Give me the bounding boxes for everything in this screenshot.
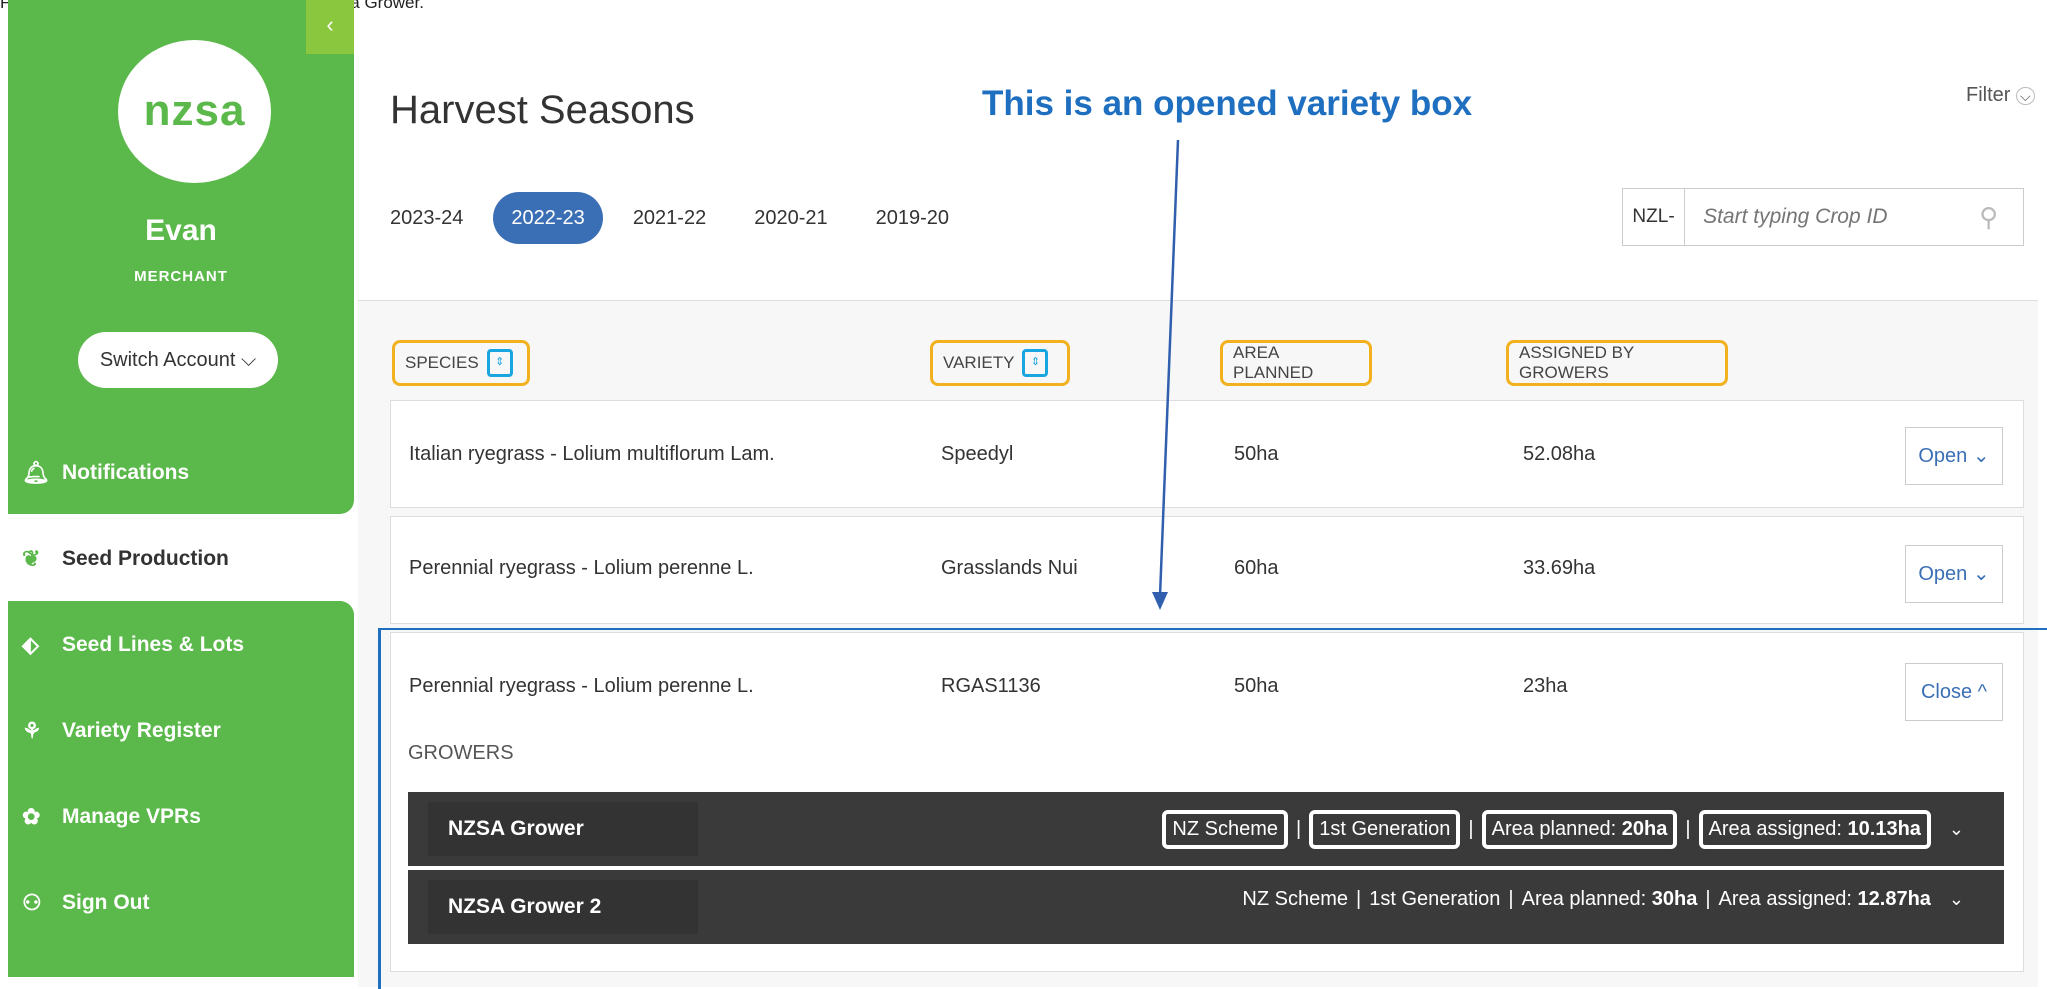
- user-icon: ⚇: [22, 890, 42, 915]
- crop-id-search: NZL- ⚲: [1622, 188, 2024, 246]
- collapse-sidebar-button[interactable]: ‹: [306, 0, 354, 54]
- search-prefix: NZL-: [1623, 189, 1686, 245]
- sidebar-item-sign-out[interactable]: ⚇ Sign Out: [22, 883, 352, 923]
- switch-account-button[interactable]: Switch Account ⌵: [78, 332, 278, 388]
- season-tabs: 2023-24 2022-23 2021-22 2020-21 2019-20: [390, 192, 979, 244]
- annotation-label: This is an opened variety box: [982, 84, 1473, 123]
- user-role: MERCHANT: [134, 268, 228, 285]
- chevron-left-icon: ‹: [326, 12, 334, 37]
- tag-icon: ⬖: [22, 632, 39, 657]
- page-title: Harvest Seasons: [390, 88, 695, 132]
- variety-cell: Speedyl: [941, 443, 1014, 465]
- filter-dropdown[interactable]: Filter ⌵: [1966, 84, 2035, 107]
- area-planned-cell: 50ha: [1234, 443, 1279, 465]
- search-icon[interactable]: ⚲: [1979, 202, 2023, 233]
- open-button[interactable]: Open ⌄: [1905, 545, 2003, 603]
- sort-icon[interactable]: ⇕: [486, 349, 513, 377]
- column-header-variety[interactable]: VARIETY ⇕: [930, 340, 1070, 386]
- tab-season-2020-21[interactable]: 2020-21: [736, 192, 845, 244]
- tab-season-2023-24[interactable]: 2023-24: [372, 192, 481, 244]
- tab-season-2019-20[interactable]: 2019-20: [858, 192, 967, 244]
- sort-icon[interactable]: ⇕: [1022, 349, 1049, 377]
- column-header-assigned-by-growers: ASSIGNED BY GROWERS: [1506, 340, 1728, 386]
- logo: nzsa: [118, 40, 271, 183]
- area-planned-cell: 60ha: [1234, 557, 1279, 579]
- assigned-cell: 33.69ha: [1523, 557, 1596, 579]
- chevron-down-icon: ⌵: [2016, 87, 2035, 105]
- tab-season-2022-23[interactable]: 2022-23: [493, 192, 603, 244]
- bell-icon: 🔔︎: [22, 460, 50, 485]
- sidebar-item-notifications[interactable]: 🔔︎ Notifications: [22, 453, 352, 493]
- plant-hand-icon: ✿: [22, 804, 41, 829]
- search-input[interactable]: [1685, 204, 1980, 230]
- tab-season-2021-22[interactable]: 2021-22: [615, 192, 724, 244]
- sidebar-item-variety-register[interactable]: ⚘ Variety Register: [22, 711, 352, 751]
- table-row: Perennial ryegrass - Lolium perenne L. G…: [390, 516, 2024, 624]
- annotation-box: [378, 628, 2047, 989]
- variety-cell: Grasslands Nui: [941, 557, 1078, 579]
- assigned-cell: 52.08ha: [1523, 443, 1596, 465]
- sidebar-item-manage-vprs[interactable]: ✿ Manage VPRs: [22, 797, 352, 837]
- sprout-icon: ⚘: [22, 718, 42, 743]
- column-header-species[interactable]: SPECIES ⇕: [392, 340, 530, 386]
- open-button[interactable]: Open ⌄: [1905, 427, 2003, 485]
- species-cell: Italian ryegrass - Lolium multiflorum La…: [409, 443, 775, 465]
- seedling-icon: ❦: [22, 546, 41, 571]
- sidebar-item-seed-production[interactable]: ❦ Seed Production: [22, 539, 352, 579]
- user-name: Evan: [145, 214, 217, 247]
- sidebar-item-seed-lines-lots[interactable]: ⬖ Seed Lines & Lots: [22, 625, 352, 665]
- species-cell: Perennial ryegrass - Lolium perenne L.: [409, 557, 754, 579]
- table-row: Italian ryegrass - Lolium multiflorum La…: [390, 400, 2024, 508]
- column-header-area-planned: AREA PLANNED: [1220, 340, 1372, 386]
- logo-text: nzsa: [143, 86, 246, 135]
- chevron-down-icon: ⌵: [241, 349, 257, 371]
